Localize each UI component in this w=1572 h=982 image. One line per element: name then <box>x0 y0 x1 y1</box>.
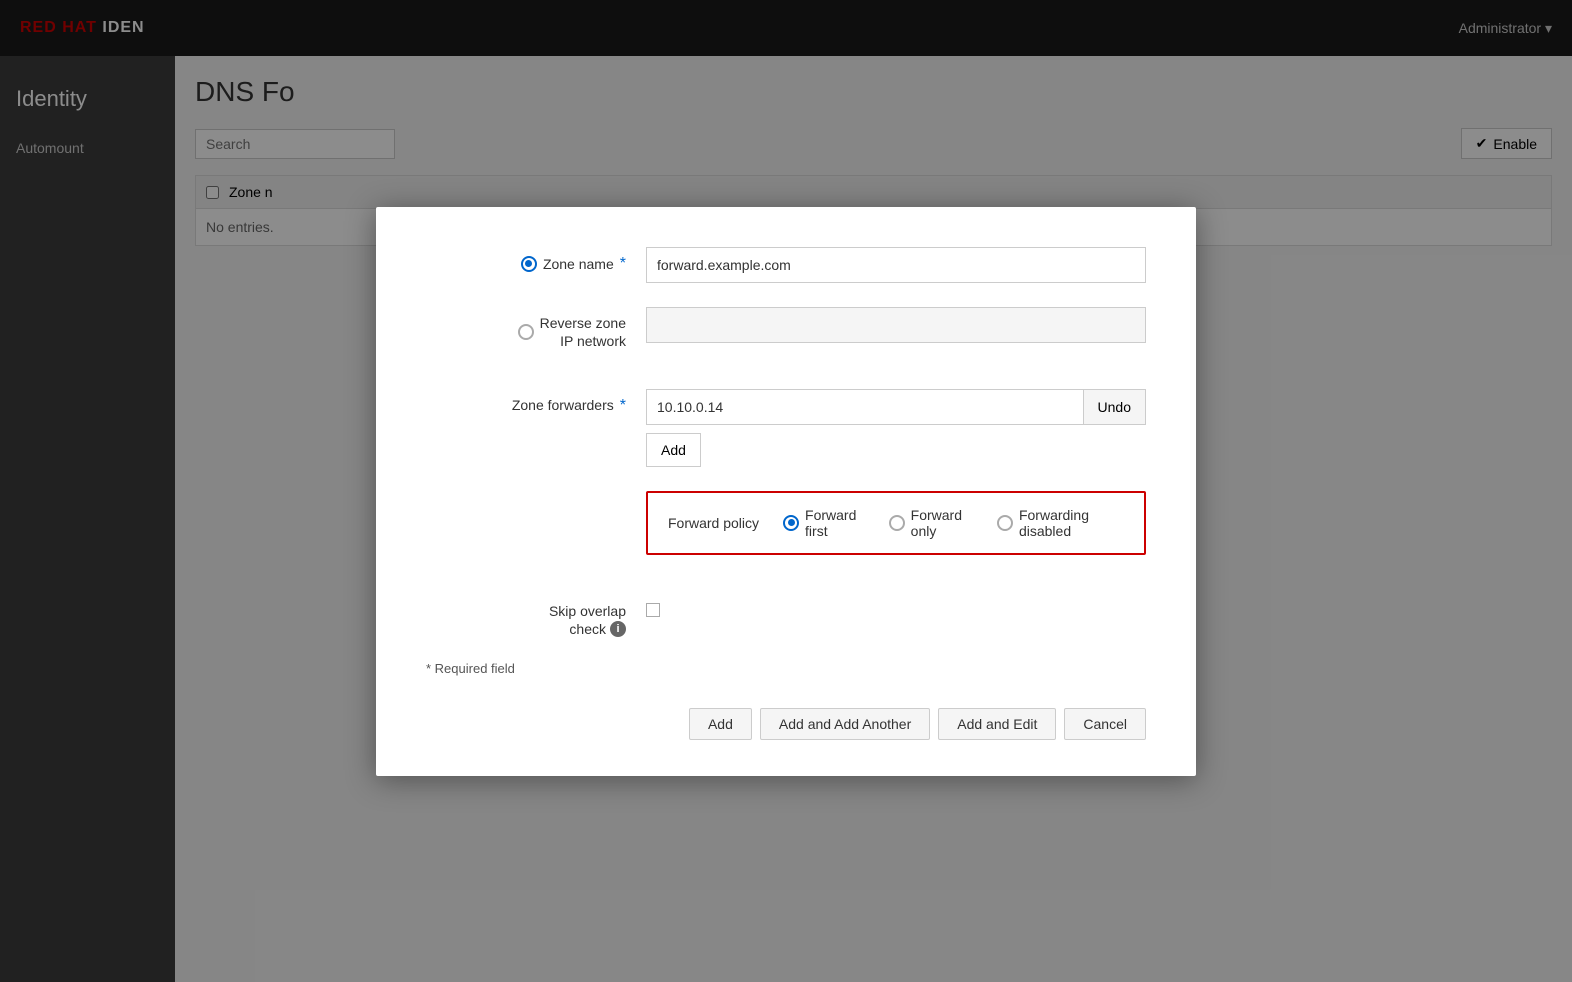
undo-button[interactable]: Undo <box>1083 389 1146 425</box>
skip-overlap-label2-row: check i <box>569 621 626 637</box>
forwarding-disabled-option[interactable]: Forwarding disabled <box>997 507 1124 539</box>
reverse-zone-label-col: Reverse zone IP network <box>426 307 646 349</box>
reverse-zone-label-wrapper: Reverse zone IP network <box>518 315 626 349</box>
forwarders-input-group: Undo <box>646 389 1146 425</box>
zone-forwarders-required-star: * <box>620 397 626 415</box>
skip-overlap-row: Skip overlap check i <box>426 595 1146 637</box>
forward-policy-options: Forward first Forward only Forwarding di… <box>783 507 1124 539</box>
reverse-zone-field-col <box>646 307 1146 343</box>
forward-only-radio[interactable] <box>889 515 905 531</box>
required-note: * Required field <box>426 661 1146 676</box>
add-button[interactable]: Add <box>689 708 752 740</box>
zone-forwarders-field-col: Undo Add <box>646 389 1146 467</box>
zone-name-field-col <box>646 247 1146 283</box>
zone-name-row: Zone name * <box>426 247 1146 283</box>
zone-name-radio[interactable] <box>521 256 537 272</box>
zone-forwarders-label-text: Zone forwarders <box>512 397 614 413</box>
zone-forwarders-label-col: Zone forwarders * <box>426 389 646 415</box>
reverse-zone-input[interactable] <box>646 307 1146 343</box>
forward-first-radio[interactable] <box>783 515 799 531</box>
spacer1 <box>426 373 1146 389</box>
forwarding-disabled-label: Forwarding disabled <box>1019 507 1124 539</box>
zone-name-label-col: Zone name * <box>426 247 646 273</box>
spacer2 <box>426 579 1146 595</box>
zone-forwarders-row: Zone forwarders * Undo Add <box>426 389 1146 467</box>
zone-name-label-text: Zone name <box>543 256 614 272</box>
forward-first-label: Forward first <box>805 507 869 539</box>
skip-overlap-field-col <box>646 595 1146 620</box>
skip-overlap-label-col: Skip overlap check i <box>426 595 646 637</box>
zone-forwarders-input[interactable] <box>646 389 1083 425</box>
skip-overlap-label-wrapper: Skip overlap check i <box>549 603 626 637</box>
zone-name-required-star: * <box>620 255 626 273</box>
add-and-add-another-button[interactable]: Add and Add Another <box>760 708 930 740</box>
forward-policy-box: Forward policy Forward first Forward onl… <box>646 491 1146 555</box>
forward-policy-field-col: Forward policy Forward first Forward onl… <box>646 491 1146 555</box>
reverse-zone-radio[interactable] <box>518 324 534 340</box>
forward-policy-label-text: Forward policy <box>668 515 759 531</box>
dialog: Zone name * Reverse zone IP network <box>376 207 1196 776</box>
reverse-zone-label-text: Reverse zone IP network <box>540 315 626 349</box>
forward-policy-row: Forward policy Forward first Forward onl… <box>426 491 1146 555</box>
dialog-footer: Add Add and Add Another Add and Edit Can… <box>426 708 1146 740</box>
add-forwarder-button[interactable]: Add <box>646 433 701 467</box>
forwarding-disabled-radio[interactable] <box>997 515 1013 531</box>
skip-overlap-checkbox[interactable] <box>646 603 660 617</box>
forward-only-option[interactable]: Forward only <box>889 507 977 539</box>
zone-name-label-wrapper: Zone name * <box>521 255 626 273</box>
forward-only-label: Forward only <box>911 507 977 539</box>
skip-overlap-label2: check <box>569 621 606 637</box>
forward-policy-label-col <box>426 491 646 505</box>
zone-name-input[interactable] <box>646 247 1146 283</box>
reverse-zone-row: Reverse zone IP network <box>426 307 1146 349</box>
add-and-edit-button[interactable]: Add and Edit <box>938 708 1056 740</box>
modal-overlay: Zone name * Reverse zone IP network <box>0 0 1572 982</box>
cancel-button[interactable]: Cancel <box>1064 708 1146 740</box>
info-icon[interactable]: i <box>610 621 626 637</box>
skip-overlap-label1: Skip overlap <box>549 603 626 619</box>
forward-first-option[interactable]: Forward first <box>783 507 869 539</box>
